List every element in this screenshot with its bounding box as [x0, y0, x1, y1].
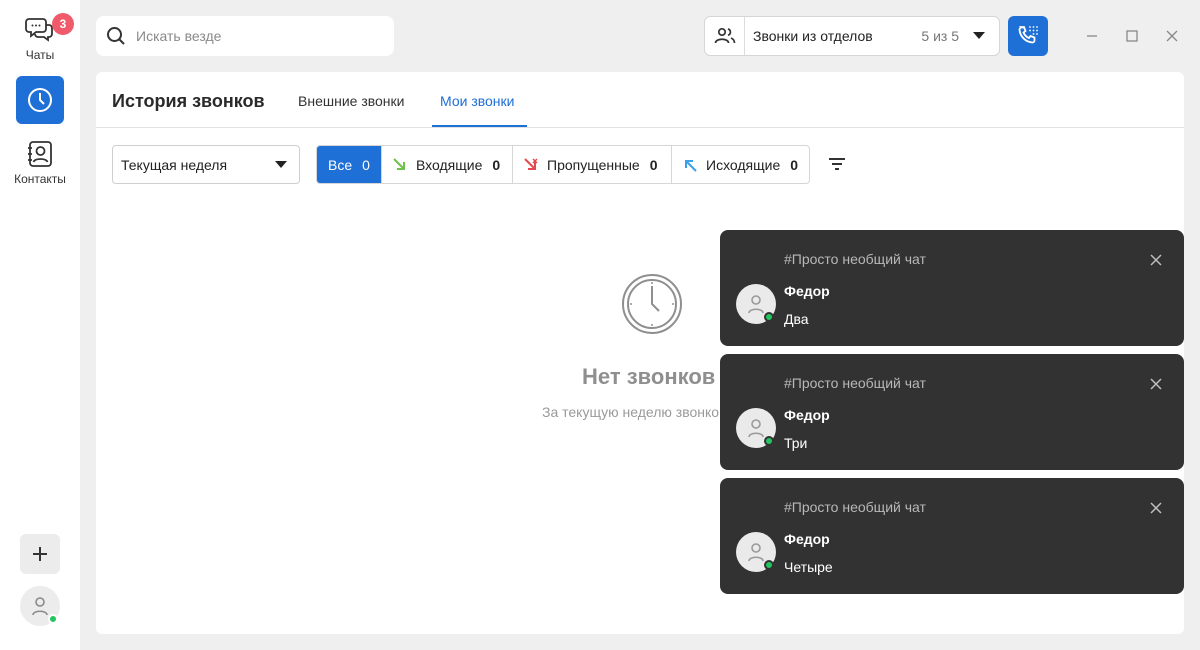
filter-missed-count: 0 — [649, 156, 658, 173]
notification-close-button[interactable] — [1148, 252, 1164, 268]
maximize-button[interactable] — [1122, 26, 1142, 46]
left-nav: Чаты 3 Контакты — [0, 0, 80, 650]
filter-all-label: Все — [328, 156, 353, 173]
page-title: История звонков — [112, 91, 265, 111]
online-status-dot — [764, 312, 774, 322]
close-icon — [1150, 254, 1162, 266]
notification-message: Три — [784, 435, 808, 451]
notification-chat-name: #Просто необщий чат — [784, 499, 926, 515]
notification-message: Четыре — [784, 559, 833, 575]
message-notification[interactable]: #Просто необщий чат Федор Три — [720, 354, 1184, 470]
filter-missed[interactable]: Пропущенные 0 — [513, 146, 672, 183]
chats-icon — [24, 14, 56, 46]
contacts-icon — [24, 138, 56, 170]
missed-call-icon — [523, 157, 539, 173]
divider — [96, 127, 1184, 128]
unread-badge: 3 — [52, 13, 74, 35]
nav-contacts[interactable]: Контакты — [0, 138, 80, 186]
department-calls-label: Звонки из отделов — [753, 28, 873, 44]
nav-call-history[interactable] — [16, 76, 64, 124]
filter-incoming-count: 0 — [492, 156, 501, 173]
message-notification[interactable]: #Просто необщий чат Федор Четыре — [720, 478, 1184, 594]
chevron-down-icon — [973, 32, 985, 39]
filter-all-count: 0 — [362, 156, 370, 173]
online-status-dot — [764, 560, 774, 570]
phone-dialpad-icon — [1018, 26, 1038, 44]
dialpad-button[interactable] — [1008, 16, 1048, 56]
notification-chat-name: #Просто необщий чат — [784, 375, 926, 391]
add-button[interactable] — [20, 534, 60, 574]
global-search[interactable] — [96, 16, 394, 56]
avatar — [736, 532, 776, 572]
empty-state-title: Нет звонков — [582, 364, 716, 389]
sort-icon — [829, 158, 845, 170]
search-icon — [107, 27, 125, 45]
nav-contacts-label: Контакты — [14, 172, 66, 186]
sort-button[interactable] — [826, 154, 848, 174]
chevron-down-icon — [275, 161, 287, 168]
minimize-button[interactable] — [1082, 26, 1102, 46]
empty-state-subtitle: За текущую неделю звонко — [542, 404, 720, 420]
call-type-filter: Все 0 Входящие 0 Пропущенные 0 Исходящие… — [316, 145, 810, 184]
avatar — [736, 284, 776, 324]
filter-outgoing-label: Исходящие — [706, 156, 781, 173]
online-status-dot — [48, 614, 58, 624]
close-icon — [1150, 502, 1162, 514]
avatar — [736, 408, 776, 448]
empty-clock-icon — [622, 274, 682, 339]
maximize-icon — [1126, 30, 1138, 42]
user-icon — [748, 295, 764, 314]
nav-chats-label: Чаты — [25, 48, 55, 62]
tab-my-calls[interactable]: Мои звонки — [440, 93, 514, 109]
search-input[interactable] — [136, 28, 376, 44]
close-icon — [1166, 30, 1178, 42]
period-select[interactable]: Текущая неделя — [112, 145, 300, 184]
close-icon — [1150, 378, 1162, 390]
filter-all[interactable]: Все 0 — [317, 146, 382, 183]
department-calls-select[interactable]: Звонки из отделов 5 из 5 — [704, 16, 1000, 56]
user-icon — [748, 419, 764, 438]
notification-close-button[interactable] — [1148, 500, 1164, 516]
filter-outgoing[interactable]: Исходящие 0 — [672, 146, 809, 183]
profile-avatar[interactable] — [20, 586, 60, 626]
notification-sender: Федор — [784, 531, 830, 547]
incoming-call-icon — [392, 157, 408, 173]
period-select-value: Текущая неделя — [121, 156, 228, 173]
notification-message: Два — [784, 311, 809, 327]
filter-incoming[interactable]: Входящие 0 — [382, 146, 513, 183]
notification-chat-name: #Просто необщий чат — [784, 251, 926, 267]
group-icon — [705, 17, 745, 55]
minimize-icon — [1087, 35, 1097, 37]
clock-icon — [28, 88, 52, 112]
outgoing-call-icon — [682, 157, 698, 173]
user-icon — [32, 597, 48, 616]
user-icon — [748, 543, 764, 562]
online-status-dot — [764, 436, 774, 446]
message-notification[interactable]: #Просто необщий чат Федор Два — [720, 230, 1184, 346]
window-close-button[interactable] — [1162, 26, 1182, 46]
filter-incoming-label: Входящие — [416, 156, 483, 173]
department-calls-count: 5 из 5 — [921, 28, 959, 44]
notification-sender: Федор — [784, 407, 830, 423]
notification-sender: Федор — [784, 283, 830, 299]
plus-icon — [33, 547, 47, 561]
notification-close-button[interactable] — [1148, 376, 1164, 392]
filter-outgoing-count: 0 — [790, 156, 799, 173]
filter-missed-label: Пропущенные — [547, 156, 640, 173]
tab-external-calls[interactable]: Внешние звонки — [298, 93, 404, 109]
